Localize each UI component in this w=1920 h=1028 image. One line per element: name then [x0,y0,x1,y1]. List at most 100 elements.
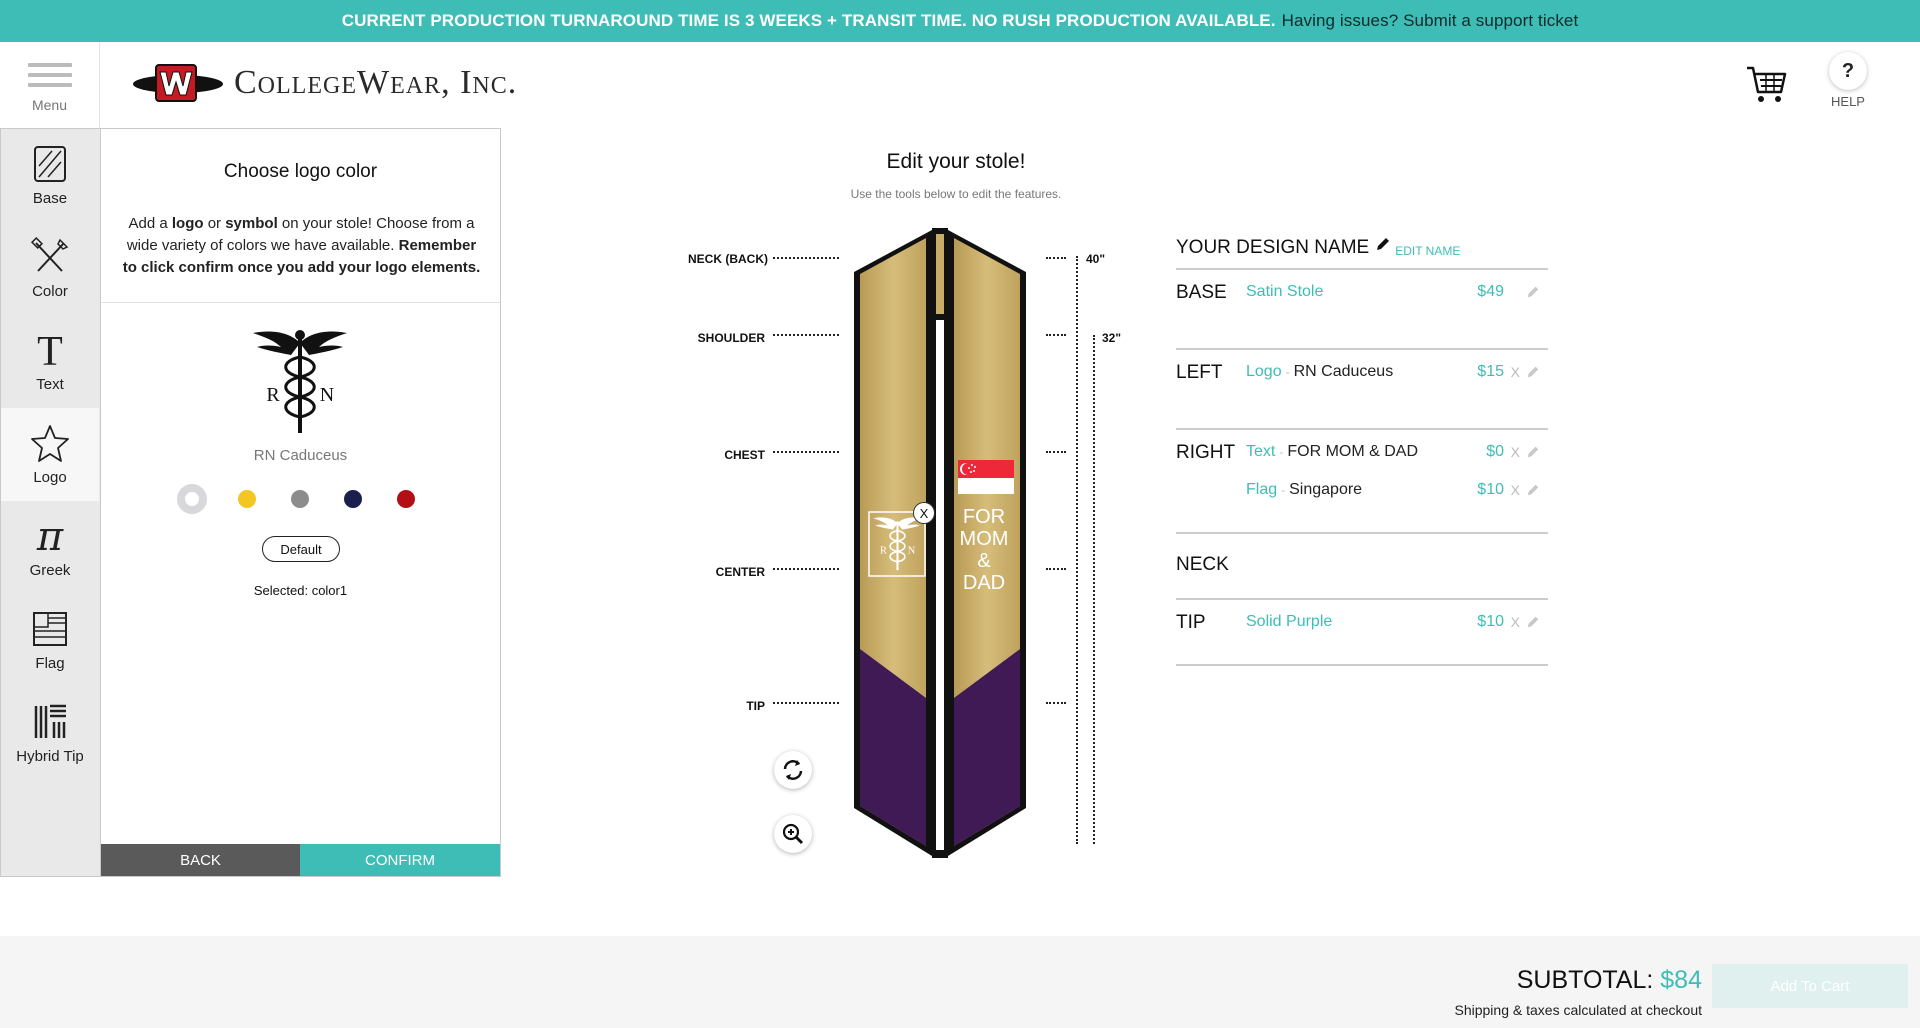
tool-flag[interactable]: Flag [1,594,99,687]
tool-label: Greek [29,562,71,579]
summary-line: Text - FOR MOM & DAD $0 X [1246,440,1548,464]
edit-pencil-icon[interactable] [1526,483,1540,497]
length-label-40: 40" [1086,252,1106,266]
singapore-flag-icon [958,460,1014,494]
summary-section-tip: TIP Solid Purple $10 X [1176,600,1548,666]
color-swatch[interactable] [397,490,415,508]
svg-text:R: R [880,546,887,557]
tool-label: Logo [33,469,67,486]
rotate-button[interactable] [774,751,812,789]
color-swatch[interactable] [238,490,256,508]
help-button[interactable]: ? HELP [1820,52,1876,109]
line-price: $49 [1477,283,1504,300]
edit-name-link[interactable]: EDIT NAME [1395,244,1460,258]
back-button[interactable]: BACK [101,844,300,876]
edit-pencil-icon[interactable] [1526,365,1540,379]
base-icon [34,146,66,182]
summary-line: Logo - RN Caduceus $15 X [1246,360,1548,384]
color-icon [30,237,69,272]
hamburger-icon [27,57,72,93]
brand-name: CollegeWear, Inc. [234,64,518,101]
remove-item-button[interactable]: X [1511,444,1520,460]
summary-line: Solid Purple $10 X [1246,610,1548,634]
pi-icon: π [36,516,64,556]
remove-logo-button[interactable]: X [913,502,935,524]
confirm-button[interactable]: CONFIRM [300,844,500,876]
measure-line [1046,451,1066,453]
section-label: TIP [1176,612,1206,633]
panel-divider [101,302,500,303]
measure-label-center: CENTER [715,565,765,579]
logo-name: RN Caduceus [253,447,348,464]
tool-greek[interactable]: π Greek [1,501,99,594]
line-separator: - [1281,483,1286,497]
default-color-button[interactable]: Default [262,536,340,562]
design-name-row: YOUR DESIGN NAME EDIT NAME [1176,228,1548,270]
tool-base[interactable]: Base [1,129,99,222]
tool-text[interactable]: T Text [1,315,99,408]
subtotal-amount: $84 [1660,966,1702,994]
color-swatch[interactable] [344,490,362,508]
color-swatch[interactable] [177,484,207,514]
tool-label: Flag [35,655,65,672]
line-value: FOR MOM & DAD [1287,443,1419,460]
measure-line [773,334,839,336]
line-price: $0 [1486,443,1504,460]
site-header: Menu CollegeWear, Inc. ? HELP [0,42,1920,128]
measure-label-chest: CHEST [724,448,765,462]
measure-line [773,568,839,570]
svg-text:N: N [908,546,916,557]
footer-bar: SUBTOTAL: $84 Shipping & taxes calculate… [0,936,1920,1028]
tool-label: Color [32,283,68,300]
summary-line: Satin Stole $49 [1246,280,1548,304]
logo-letter-n: N [320,384,334,406]
cart-icon [1747,66,1787,102]
menu-button[interactable]: Menu [0,42,100,128]
line-price: $10 [1477,481,1504,498]
line-category[interactable]: Text [1246,443,1275,461]
selected-color-text: Selected: color1 [253,583,348,598]
measure-line [1046,334,1066,336]
length-label-32: 32" [1102,331,1122,345]
color-swatch[interactable] [291,490,309,508]
tool-color[interactable]: Color [1,222,99,315]
pencil-icon[interactable] [1375,236,1391,252]
banner-notice: CURRENT PRODUCTION TURNAROUND TIME IS 3 … [341,11,1276,30]
remove-item-button[interactable]: X [1511,364,1520,380]
measure-line [1046,257,1066,259]
zoom-button[interactable] [774,815,812,853]
remove-item-button[interactable]: X [1511,614,1520,630]
measure-label-shoulder: SHOULDER [697,331,765,345]
rn-caduceus-logo-icon[interactable]: R N [251,325,349,435]
line-category[interactable]: Logo [1246,363,1282,381]
support-ticket-link[interactable]: Having issues? Submit a support ticket [1282,11,1579,31]
svg-text:π: π [36,516,64,556]
stole-right-text: FOR MOM & DAD [959,506,1009,594]
collegewear-logo-icon [133,64,223,102]
edit-pencil-icon[interactable] [1526,285,1540,299]
cart-button[interactable] [1744,62,1788,106]
add-to-cart-button[interactable]: Add To Cart [1712,964,1908,1008]
line-category[interactable]: Satin Stole [1246,283,1323,301]
line-separator: - [1285,365,1290,379]
measure-line [773,451,839,453]
tool-label: Text [36,376,64,393]
edit-pencil-icon[interactable] [1526,445,1540,459]
tool-hybrid-tip[interactable]: Hybrid Tip [1,687,99,780]
subtotal: SUBTOTAL: $84 [1516,966,1702,994]
tool-logo[interactable]: Logo [1,408,99,501]
remove-item-button[interactable]: X [1511,482,1520,498]
text-icon: T [37,330,63,370]
line-category[interactable]: Solid Purple [1246,613,1332,631]
line-value: Singapore [1289,481,1363,498]
measure-line [1046,568,1066,570]
measure-line [773,702,839,704]
site-logo[interactable]: CollegeWear, Inc. [132,62,517,104]
svg-text:T: T [37,330,63,370]
line-category[interactable]: Flag [1246,481,1277,499]
edit-pencil-icon[interactable] [1526,615,1540,629]
summary-section-base: BASE Satin Stole $49 [1176,270,1548,350]
tool-label: Base [32,190,68,207]
design-name: YOUR DESIGN NAME [1176,237,1370,258]
line-value: RN Caduceus [1293,363,1394,380]
